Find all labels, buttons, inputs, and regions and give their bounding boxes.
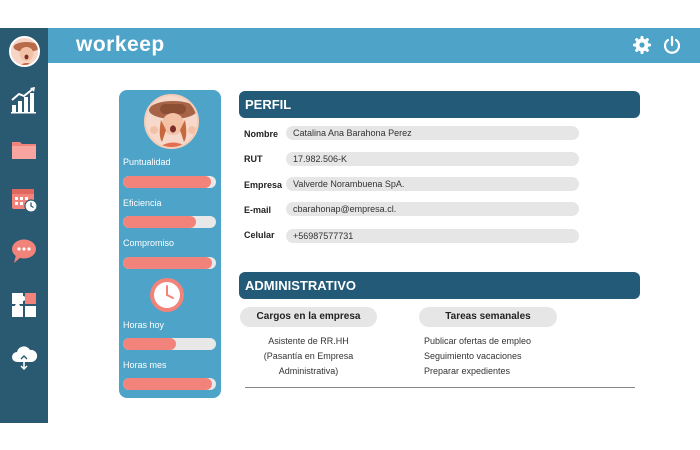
progress-fill — [123, 176, 212, 188]
progress-bar-puntualidad — [123, 176, 216, 188]
progress-fill — [123, 257, 213, 269]
list-item: Administrativa) — [278, 366, 339, 376]
tareas-header: Tareas semanales — [419, 307, 557, 327]
progress-bar-horas-hoy — [123, 338, 216, 350]
field-label-nombre: Nombre — [244, 129, 279, 139]
stat-label-compromiso: Compromiso — [123, 238, 175, 248]
puzzle-icon[interactable] — [9, 290, 39, 320]
chart-growth-icon[interactable] — [9, 85, 39, 115]
stat-label-horas-hoy: Horas hoy — [123, 320, 165, 330]
list-item: Publicar ofertas de empleo — [424, 336, 532, 346]
cargos-header: Cargos en la empresa — [240, 307, 377, 327]
field-value-empresa: Valverde Norambuena SpA. — [286, 177, 579, 191]
cargos-list: Asistente de RR.HH (Pasantía en Empresa … — [240, 334, 377, 379]
cloud-icon[interactable] — [9, 342, 39, 372]
field-label-celular: Celular — [244, 230, 275, 240]
folder-icon[interactable] — [9, 134, 39, 164]
field-value-rut: 17.982.506-K — [286, 152, 579, 166]
progress-bar-compromiso — [123, 257, 216, 269]
perfil-header: PERFIL — [239, 91, 640, 118]
list-item: Asistente de RR.HH — [268, 336, 349, 346]
list-item: (Pasantía en Empresa — [263, 351, 354, 361]
field-label-rut: RUT — [244, 154, 263, 164]
top-bar: workeep — [48, 28, 700, 63]
stat-label-horas-mes: Horas mes — [123, 360, 167, 370]
gear-icon[interactable] — [632, 35, 652, 55]
field-label-empresa: Empresa — [244, 180, 283, 190]
stat-label-puntualidad: Puntualidad — [123, 157, 171, 167]
list-item: Seguimiento vacaciones — [424, 351, 522, 361]
field-value-celular: +56987577731 — [286, 229, 579, 243]
app-window: workeep Puntualidad Eficiencia Compromis… — [0, 0, 700, 450]
progress-fill — [123, 378, 213, 390]
sidebar — [0, 28, 48, 423]
progress-fill — [123, 216, 196, 228]
list-item: Preparar expedientes — [424, 366, 511, 376]
progress-bar-horas-mes — [123, 378, 216, 390]
profile-card: Puntualidad Eficiencia Compromiso Horas … — [119, 90, 221, 398]
progress-fill — [123, 338, 176, 350]
chat-bubble-icon[interactable] — [9, 236, 39, 266]
administrativo-header: ADMINISTRATIVO — [239, 272, 640, 299]
power-icon[interactable] — [662, 35, 682, 55]
tareas-list: Publicar ofertas de empleo Seguimiento v… — [424, 334, 574, 379]
field-value-email: cbarahonap@empresa.cl. — [286, 202, 579, 216]
field-value-nombre: Catalina Ana Barahona Perez — [286, 126, 579, 140]
divider — [245, 387, 635, 388]
calendar-clock-icon[interactable] — [9, 184, 39, 214]
clock-icon — [148, 276, 186, 314]
app-logo: workeep — [76, 33, 165, 56]
profile-photo — [144, 94, 199, 149]
avatar[interactable] — [9, 36, 40, 67]
field-label-email: E-mail — [244, 205, 272, 215]
stat-label-eficiencia: Eficiencia — [123, 198, 162, 208]
progress-bar-eficiencia — [123, 216, 216, 228]
